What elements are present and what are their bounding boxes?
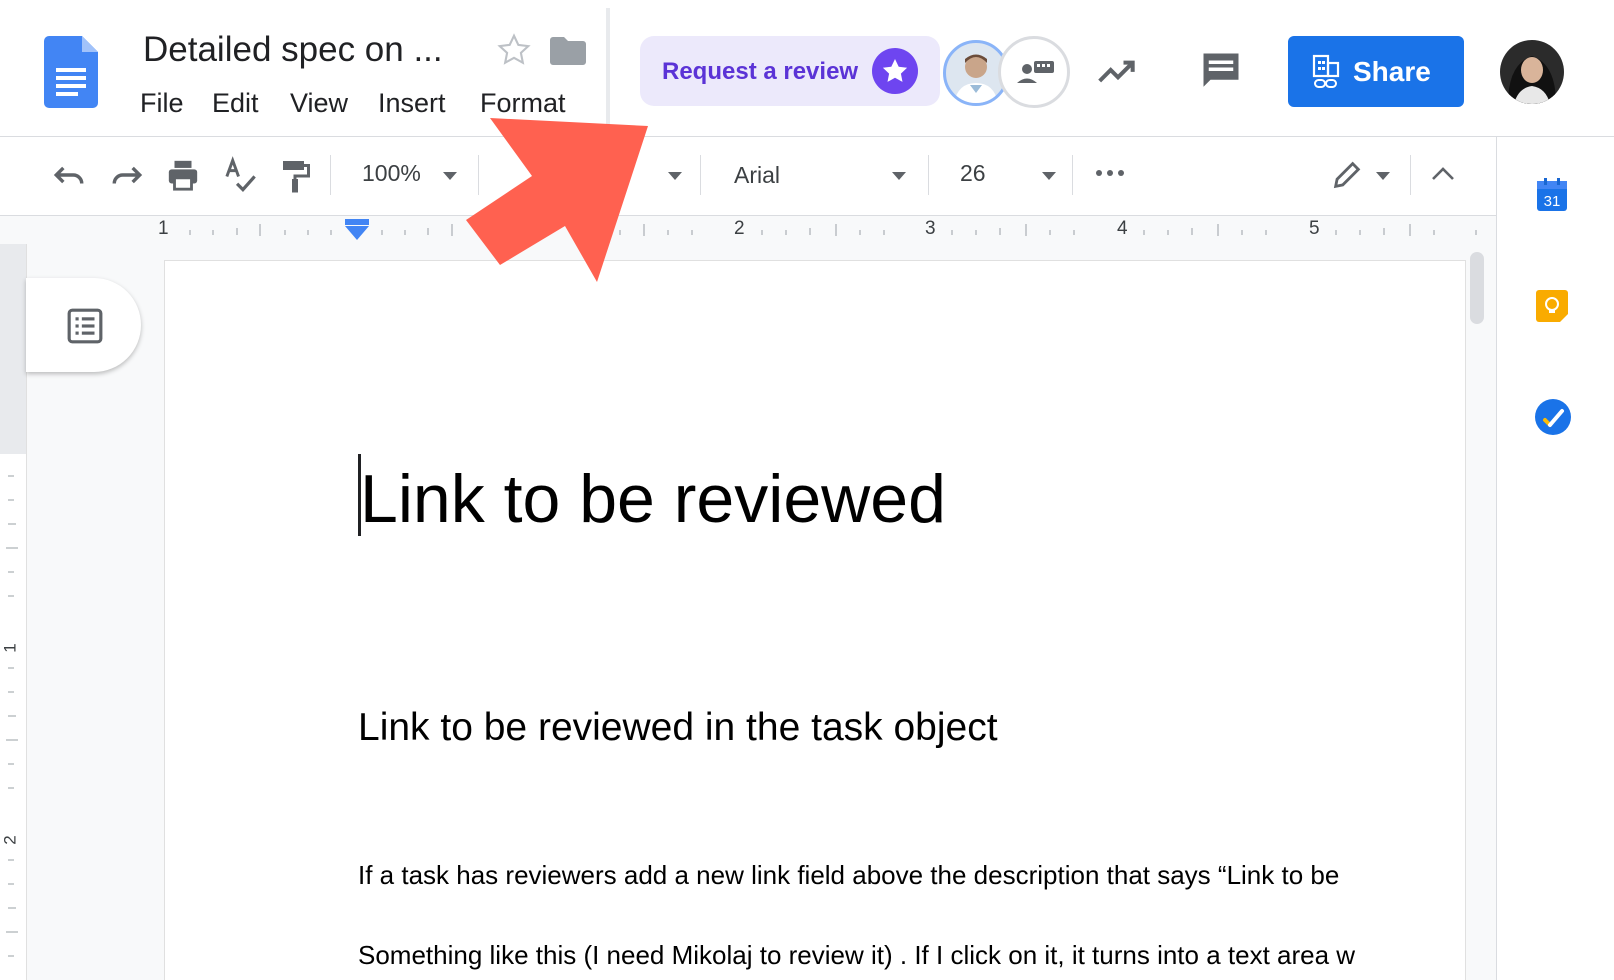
share-building-icon — [1312, 54, 1342, 90]
pencil-icon[interactable] — [1330, 158, 1364, 192]
comment-icon[interactable] — [1200, 50, 1242, 92]
ruler-number: 5 — [1309, 218, 1320, 239]
trending-up-icon[interactable] — [1096, 52, 1140, 88]
outline-list-icon — [66, 307, 104, 345]
toolbar-separator — [1072, 155, 1073, 195]
document-subheading[interactable]: Link to be reviewed in the task object — [358, 706, 998, 750]
star-icon[interactable] — [496, 32, 532, 68]
ruler-number: 4 — [1117, 218, 1128, 239]
paint-format-icon[interactable] — [280, 158, 310, 194]
redo-icon[interactable] — [110, 160, 144, 190]
chevron-down-icon[interactable] — [1376, 172, 1390, 180]
font-size-select[interactable]: 26 — [950, 158, 1060, 192]
document-outline-button[interactable] — [26, 278, 141, 372]
undo-icon[interactable] — [52, 160, 86, 190]
horizontal-ruler[interactable]: 1 2 3 4 5 — [0, 215, 1496, 245]
chevron-down-icon[interactable] — [668, 172, 682, 180]
document-paragraph[interactable]: If a task has reviewers add a new link f… — [358, 860, 1465, 891]
scrollbar-thumb[interactable] — [1470, 252, 1484, 324]
toolbar-separator — [928, 155, 929, 195]
toolbar-separator — [330, 155, 331, 195]
share-label: Share — [1353, 56, 1431, 87]
spellcheck-icon[interactable] — [222, 156, 258, 194]
svg-text:31: 31 — [1544, 193, 1561, 210]
share-button[interactable]: Share — [1288, 36, 1464, 107]
menu-edit[interactable]: Edit — [212, 88, 259, 119]
side-panel — [1496, 137, 1614, 980]
vertical-ruler-number: 2 — [0, 835, 20, 845]
document-heading[interactable]: Link to be reviewed — [360, 460, 946, 538]
ruler-number: 1 — [158, 218, 169, 239]
toolbar-separator — [700, 155, 701, 195]
font-value: Arial — [734, 162, 781, 188]
annotation-arrow — [460, 110, 650, 285]
request-review-button[interactable]: Request a review — [640, 36, 940, 106]
zoom-value: 100% — [362, 160, 421, 186]
chevron-down-icon — [892, 172, 906, 180]
chevron-up-icon[interactable] — [1430, 164, 1456, 182]
request-review-label: Request a review — [662, 58, 859, 85]
document-paragraph[interactable]: Something like this (I need Mikolaj to r… — [358, 940, 1465, 971]
menu-file[interactable]: File — [140, 88, 184, 119]
user-avatar[interactable] — [1500, 40, 1564, 104]
tasks-icon[interactable] — [1534, 398, 1572, 436]
menu-insert[interactable]: Insert — [378, 88, 446, 119]
zoom-select[interactable]: 100% — [350, 158, 460, 192]
print-icon[interactable] — [166, 158, 200, 192]
vertical-ruler-margin — [0, 244, 26, 454]
calendar-icon[interactable]: 31 — [1536, 178, 1568, 212]
font-size-value: 26 — [960, 160, 986, 186]
vertical-ruler-number: 1 — [0, 643, 20, 653]
present-to-meeting-icon[interactable] — [998, 36, 1070, 108]
ruler-number: 3 — [925, 218, 936, 239]
review-star-icon — [872, 48, 918, 94]
chevron-down-icon — [443, 172, 457, 180]
more-horizontal-icon[interactable] — [1094, 168, 1126, 178]
keep-icon[interactable] — [1536, 290, 1568, 324]
toolbar-separator — [1410, 155, 1411, 195]
menu-view[interactable]: View — [290, 88, 348, 119]
ruler-number: 2 — [734, 218, 745, 239]
document-title[interactable]: Detailed spec on ... — [143, 30, 443, 70]
docs-icon[interactable] — [44, 36, 98, 108]
chevron-down-icon — [1042, 172, 1056, 180]
folder-icon[interactable] — [550, 34, 586, 66]
font-select[interactable]: Arial — [720, 158, 910, 192]
indent-marker[interactable] — [344, 219, 370, 243]
